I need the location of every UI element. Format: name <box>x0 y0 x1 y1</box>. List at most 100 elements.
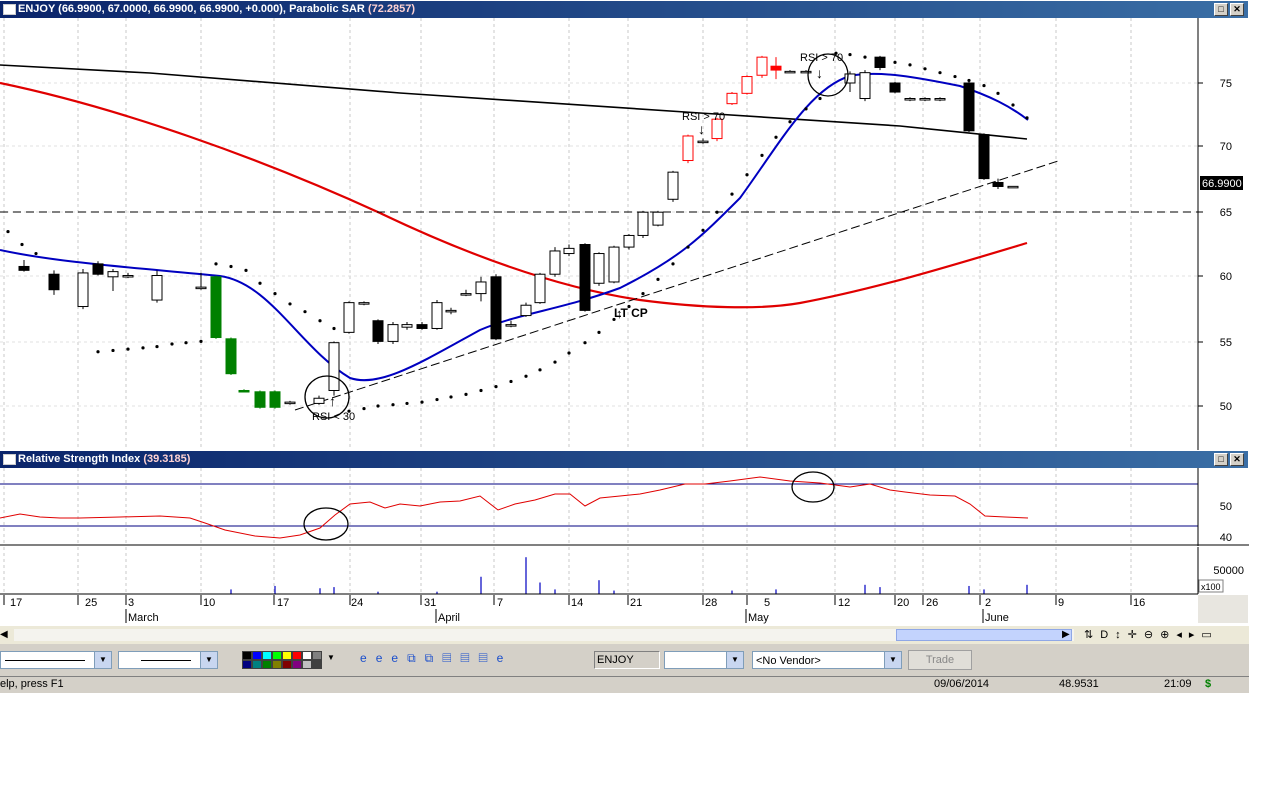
candle <box>225 337 237 375</box>
chart-scroll-row: ◀ ▶ ⇅D↕✛⊖⊕◂▸▭ <box>0 626 1249 644</box>
palette-swatch[interactable] <box>282 660 292 669</box>
sar-dot <box>244 268 248 272</box>
candle-body <box>445 309 457 313</box>
line-style-select[interactable]: ▼ <box>0 651 112 669</box>
date-label: 17 <box>10 597 22 609</box>
window-icon[interactable]: ▭ <box>1201 629 1218 641</box>
candle <box>77 269 89 310</box>
sar-dot <box>538 368 542 372</box>
trade-button[interactable]: Trade <box>908 650 972 670</box>
date-label: 9 <box>1058 597 1064 609</box>
symbol-field[interactable]: ENJOY <box>594 651 660 669</box>
maximize-icon[interactable]: □ <box>1214 3 1228 16</box>
chevron-down-icon[interactable]: ▼ <box>726 652 743 668</box>
status-time: 21:09 <box>1164 678 1192 690</box>
ie-icon-3[interactable]: e <box>391 651 407 665</box>
currency-icon: $ <box>1205 678 1212 690</box>
sar-dot <box>804 107 808 111</box>
palette-swatch[interactable] <box>302 651 312 660</box>
buy-arrow-icon: ↑ <box>329 393 336 409</box>
candle <box>520 302 532 317</box>
horizontal-scrollbar[interactable] <box>14 629 1074 641</box>
rsi-high-label-1: RSI > 70 <box>682 111 725 123</box>
date-label: 2 <box>985 597 991 609</box>
sar-dot <box>745 173 749 177</box>
rsi-chart[interactable]: 50 40 <box>0 468 1249 546</box>
palette-swatch[interactable] <box>292 651 302 660</box>
rsi-close-icon[interactable]: ✕ <box>1230 453 1244 466</box>
status-date: 09/06/2014 <box>934 678 990 690</box>
volume-and-date-axis[interactable]: 50000 x100 17 25 3 10 17 24 31 7 14 21 28 5 12 20 26 2 9… <box>0 547 1249 625</box>
sar-dot <box>509 379 513 384</box>
ie-icon[interactable]: e <box>360 651 376 665</box>
chevron-down-icon[interactable]: ▼ <box>94 652 111 668</box>
candle-body <box>770 65 782 71</box>
zoom-in-icon[interactable]: ⊕ <box>1160 629 1176 641</box>
chevron-down-icon[interactable]: ▼ <box>200 652 217 668</box>
color-palette[interactable] <box>242 651 324 669</box>
sar-dot <box>199 339 203 343</box>
palette-swatch[interactable] <box>302 660 312 669</box>
zoom-out-icon[interactable]: ⊖ <box>1144 629 1160 641</box>
layout-icon[interactable]: ▤ <box>442 651 460 665</box>
sar-dot <box>6 229 10 234</box>
next-icon[interactable]: ▸ <box>1189 629 1202 641</box>
palette-dropdown-icon[interactable]: ▼ <box>327 653 335 662</box>
line-width-select[interactable]: ▼ <box>118 651 218 669</box>
date-label: 14 <box>571 597 583 609</box>
candle-body <box>387 324 399 342</box>
palette-swatch[interactable] <box>272 651 282 660</box>
close-icon[interactable]: ✕ <box>1230 3 1244 16</box>
candle <box>889 81 901 94</box>
candle <box>682 134 694 164</box>
palette-swatch[interactable] <box>242 651 252 660</box>
candle <box>859 70 871 102</box>
sar-dot <box>214 262 218 266</box>
ie-icon-2[interactable]: e <box>376 651 392 665</box>
month-label: June <box>985 612 1009 624</box>
palette-swatch[interactable] <box>292 660 302 669</box>
image-icon[interactable]: ⧉ <box>407 651 425 665</box>
chevron-down-icon[interactable]: ▼ <box>884 652 901 668</box>
prev-icon[interactable]: ◂ <box>1176 629 1189 641</box>
palette-swatch[interactable] <box>312 651 322 660</box>
candle-body <box>800 70 812 74</box>
vendor-select[interactable]: <No Vendor> ▼ <box>752 651 902 669</box>
candle <box>741 75 753 95</box>
palette-swatch[interactable] <box>242 660 252 669</box>
layout-icon-3[interactable]: ▤ <box>479 651 497 665</box>
layout-icon-2[interactable]: ▤ <box>460 651 478 665</box>
price-chart[interactable]: ↑ ↓ ↓ ↑ RSI < 30 RSI > 70 RSI > 70 LT CP… <box>0 18 1249 450</box>
refresh-icon[interactable]: ⇅ <box>1084 629 1100 641</box>
candle <box>210 275 222 339</box>
palette-swatch[interactable] <box>252 651 262 660</box>
palette-swatch[interactable] <box>252 660 262 669</box>
palette-swatch[interactable] <box>312 660 322 669</box>
rsi-maximize-icon[interactable]: □ <box>1214 453 1228 466</box>
candle-body <box>637 211 649 236</box>
ie-icon-4[interactable]: e <box>497 651 513 665</box>
candle-body <box>934 98 946 101</box>
price-tick: 70 <box>1220 141 1232 153</box>
candle-body <box>889 82 901 93</box>
crosshair-icon[interactable]: ✛ <box>1128 629 1144 641</box>
scroll-left-icon[interactable]: ◀ <box>0 628 12 642</box>
scrollbar-thumb[interactable] <box>896 629 1072 641</box>
palette-swatch[interactable] <box>272 660 282 669</box>
sar-dot <box>96 350 100 354</box>
price-y-axis: 75 70 65 60 55 50 <box>1198 78 1232 413</box>
daily-icon[interactable]: D <box>1100 629 1115 641</box>
sar-dot <box>229 264 233 269</box>
image-icon-2[interactable]: ⧉ <box>425 651 443 665</box>
sar-dot <box>141 346 145 350</box>
price-tick: 65 <box>1220 207 1232 219</box>
palette-swatch[interactable] <box>262 651 272 660</box>
date-label: 12 <box>838 597 850 609</box>
scroll-right-icon[interactable]: ▶ <box>1062 628 1074 642</box>
palette-swatch[interactable] <box>282 651 292 660</box>
volume-tick: 50000 <box>1213 565 1244 577</box>
move-icon[interactable]: ↕ <box>1115 629 1128 641</box>
palette-swatch[interactable] <box>262 660 272 669</box>
status-bar: elp, press F1 09/06/2014 48.9531 21:09 $ <box>0 676 1249 693</box>
interval-select[interactable]: ▼ <box>664 651 744 669</box>
